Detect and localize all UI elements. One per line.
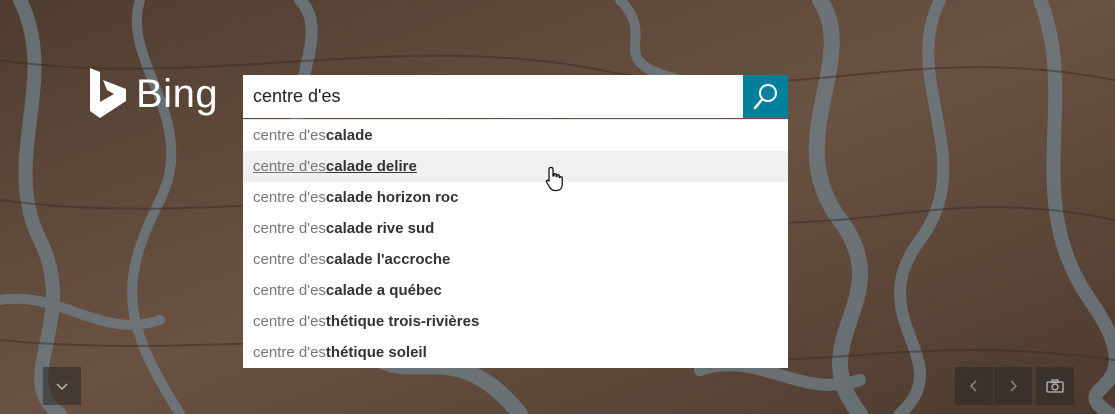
suggestion-item[interactable]: centre d'escalade a québec [243, 275, 788, 306]
suggestion-item[interactable]: centre d'escalade rive sud [243, 213, 788, 244]
suggestion-completion: thétique trois-rivières [325, 313, 480, 330]
suggestion-completion: calade l'accroche [325, 251, 451, 268]
suggestion-completion: thétique soleil [325, 344, 427, 361]
chevron-down-icon [56, 383, 68, 391]
chevron-right-icon [1010, 380, 1018, 392]
suggestion-prefix: centre d'es [253, 189, 326, 206]
search-box [243, 75, 788, 118]
search-input[interactable] [243, 75, 743, 118]
suggestion-item[interactable]: centre d'escalade [243, 120, 788, 151]
search-icon [753, 83, 777, 109]
suggestion-prefix: centre d'es [253, 344, 326, 361]
suggestion-item[interactable]: centre d'esthétique soleil [243, 337, 788, 368]
suggestion-item[interactable]: centre d'escalade l'accroche [243, 244, 788, 275]
suggestion-completion: calade a québec [325, 282, 442, 299]
suggestion-item[interactable]: centre d'escalade delire [243, 151, 788, 182]
suggestion-prefix: centre d'es [253, 220, 326, 237]
next-image-button[interactable] [994, 367, 1032, 405]
bing-logo-icon [90, 68, 126, 118]
suggestions-list: centre d'escalade centre d'escalade deli… [243, 119, 788, 368]
suggestion-completion: calade [325, 127, 373, 144]
suggestion-prefix: centre d'es [253, 313, 326, 330]
suggestion-item[interactable]: centre d'esthétique trois-rivières [243, 306, 788, 337]
suggestion-item[interactable]: centre d'escalade horizon roc [243, 182, 788, 213]
bing-logo[interactable]: Bing [88, 66, 218, 122]
chevron-left-icon [969, 380, 977, 392]
logo-text: Bing [136, 71, 219, 116]
suggestion-prefix: centre d'es [253, 251, 326, 268]
image-info-button[interactable] [1036, 367, 1074, 405]
suggestion-prefix: centre d'es [253, 158, 326, 175]
previous-image-button[interactable] [955, 367, 993, 405]
hand-cursor-icon [545, 166, 563, 192]
suggestion-completion: calade delire [325, 158, 417, 175]
suggestion-prefix: centre d'es [253, 282, 326, 299]
scroll-down-button[interactable] [43, 367, 81, 405]
suggestion-completion: calade rive sud [325, 220, 435, 237]
suggestion-completion: calade horizon roc [325, 189, 459, 206]
suggestion-prefix: centre d'es [253, 127, 326, 144]
search-button[interactable] [743, 75, 788, 118]
camera-icon [1046, 379, 1064, 393]
